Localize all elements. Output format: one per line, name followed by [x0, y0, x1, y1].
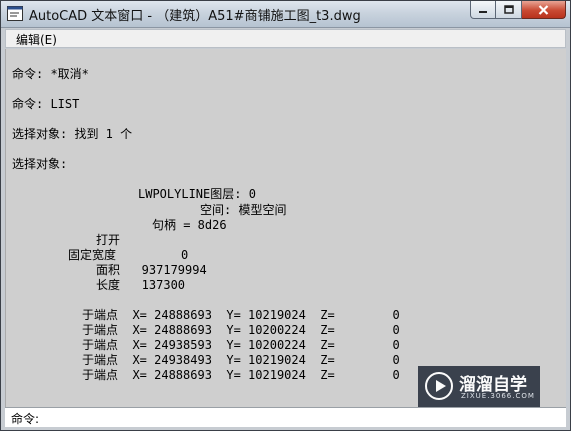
history-line: 选择对象: 找到 1 个 — [12, 127, 133, 141]
menu-bar: 编辑(E) — [5, 29, 566, 48]
close-icon — [538, 4, 549, 15]
title-bar[interactable]: AutoCAD 文本窗口 - （建筑）A51#商铺施工图_t3.dwg — [1, 1, 570, 28]
window-title: AutoCAD 文本窗口 - （建筑）A51#商铺施工图_t3.dwg — [29, 9, 361, 24]
history-line: 长度 137300 — [96, 278, 186, 292]
play-icon — [436, 380, 446, 392]
history-line: 命令: LIST — [12, 97, 80, 111]
command-prompt: 命令: — [11, 412, 40, 426]
history-line: LWPOLYLINE图层: 0 — [138, 187, 256, 201]
minimize-button[interactable] — [470, 1, 496, 19]
command-line[interactable]: 命令: — [5, 407, 566, 427]
play-circle-icon — [425, 372, 453, 400]
watermark-logo: 溜溜自学 ZIXUE.3066.COM — [418, 366, 540, 407]
maximize-button[interactable] — [496, 1, 522, 19]
menu-edit[interactable]: 编辑(E) — [16, 31, 57, 48]
window-controls — [470, 1, 566, 21]
maximize-icon — [503, 5, 514, 14]
text-history-area[interactable]: 命令: *取消* 命令: LIST 选择对象: 找到 1 个 选择对象: LWP… — [5, 49, 566, 407]
history-line: 句柄 = 8d26 — [152, 218, 227, 232]
close-button[interactable] — [522, 1, 566, 19]
autocad-text-window: AutoCAD 文本窗口 - （建筑）A51#商铺施工图_t3.dwg 编辑(E… — [0, 0, 571, 431]
minimize-icon — [479, 10, 487, 13]
history-line: 命令: *取消* — [12, 67, 89, 81]
history-line: 于端点 X= 24888693 Y= 10219024 Z= 0 — [82, 368, 400, 382]
text-window-icon — [7, 6, 23, 21]
watermark-subtitle: ZIXUE.3066.COM — [461, 392, 535, 400]
history-line: 选择对象: — [12, 157, 68, 171]
